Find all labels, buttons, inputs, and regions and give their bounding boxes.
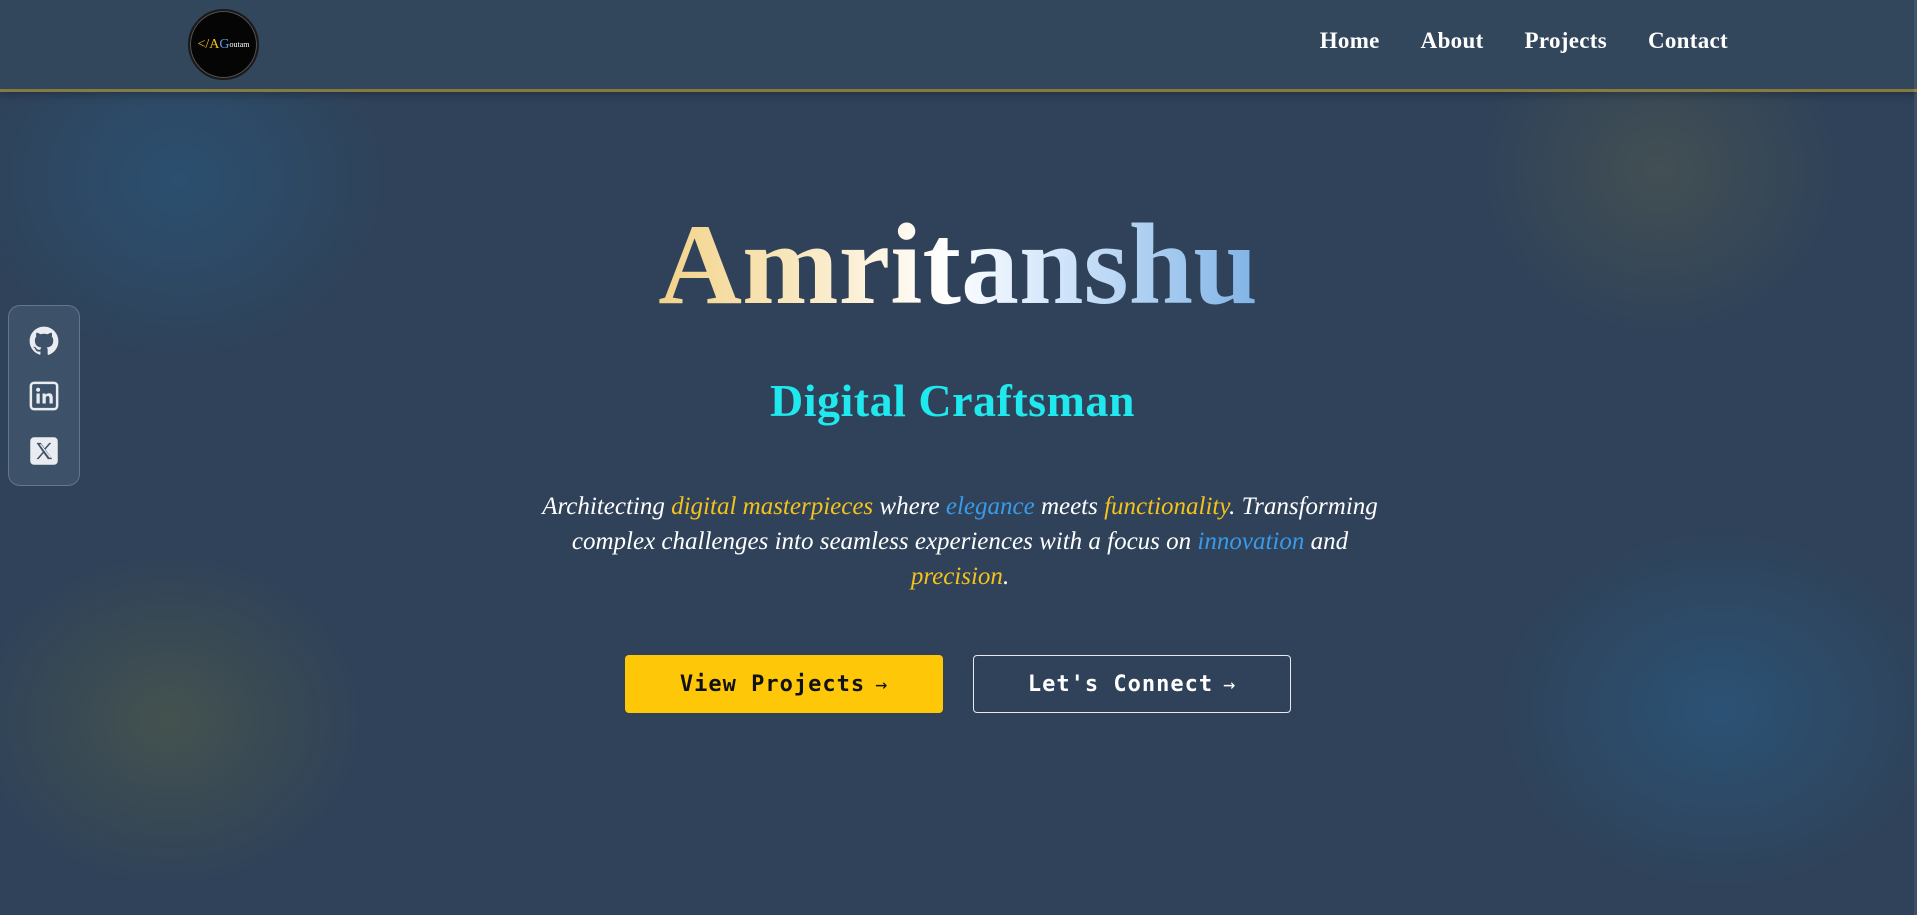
desc-highlight-2: elegance: [945, 493, 1035, 520]
lets-connect-label: Let's Connect: [1027, 671, 1214, 697]
arrow-right-icon: →: [1223, 672, 1237, 696]
site-header: </A Goutam Home About Projects Contact: [0, 0, 1917, 89]
desc-text-2: where: [873, 493, 946, 520]
main-nav: Home About Projects Contact: [1320, 28, 1728, 54]
desc-text-3: meets: [1034, 493, 1105, 520]
x-twitter-icon: [30, 437, 58, 465]
desc-highlight-4: innovation: [1197, 528, 1305, 555]
hero-name: Amritanshu: [658, 201, 1258, 329]
logo-letter-g: G: [219, 36, 230, 52]
hero-description: Architecting digital masterpieces where …: [520, 489, 1400, 594]
nav-about[interactable]: About: [1421, 28, 1484, 54]
desc-highlight-5: precision: [910, 563, 1003, 590]
lets-connect-button[interactable]: Let's Connect →: [973, 655, 1291, 713]
desc-text-5: and: [1304, 528, 1349, 555]
nav-contact[interactable]: Contact: [1648, 28, 1728, 54]
arrow-right-icon: →: [875, 672, 889, 696]
desc-text-6: .: [1002, 563, 1010, 590]
github-icon: [29, 326, 59, 355]
logo-letter-a: A: [209, 36, 220, 52]
logo-rest: outam: [229, 40, 250, 49]
github-link[interactable]: [29, 326, 59, 356]
desc-highlight-3: functionality: [1104, 493, 1230, 520]
view-projects-label: View Projects: [679, 671, 866, 697]
hero-role: Digital Craftsman: [770, 375, 1135, 426]
desc-highlight-1: digital masterpieces: [671, 493, 874, 520]
site-logo[interactable]: </A Goutam: [188, 9, 259, 80]
nav-projects[interactable]: Projects: [1525, 28, 1607, 54]
x-twitter-link[interactable]: [29, 436, 59, 466]
nav-home[interactable]: Home: [1320, 28, 1380, 54]
desc-text-1: Architecting: [542, 493, 672, 520]
page: </A Goutam Home About Projects Contact A…: [0, 0, 1917, 915]
view-projects-button[interactable]: View Projects →: [625, 655, 943, 713]
logo-prefix: </: [197, 36, 210, 52]
